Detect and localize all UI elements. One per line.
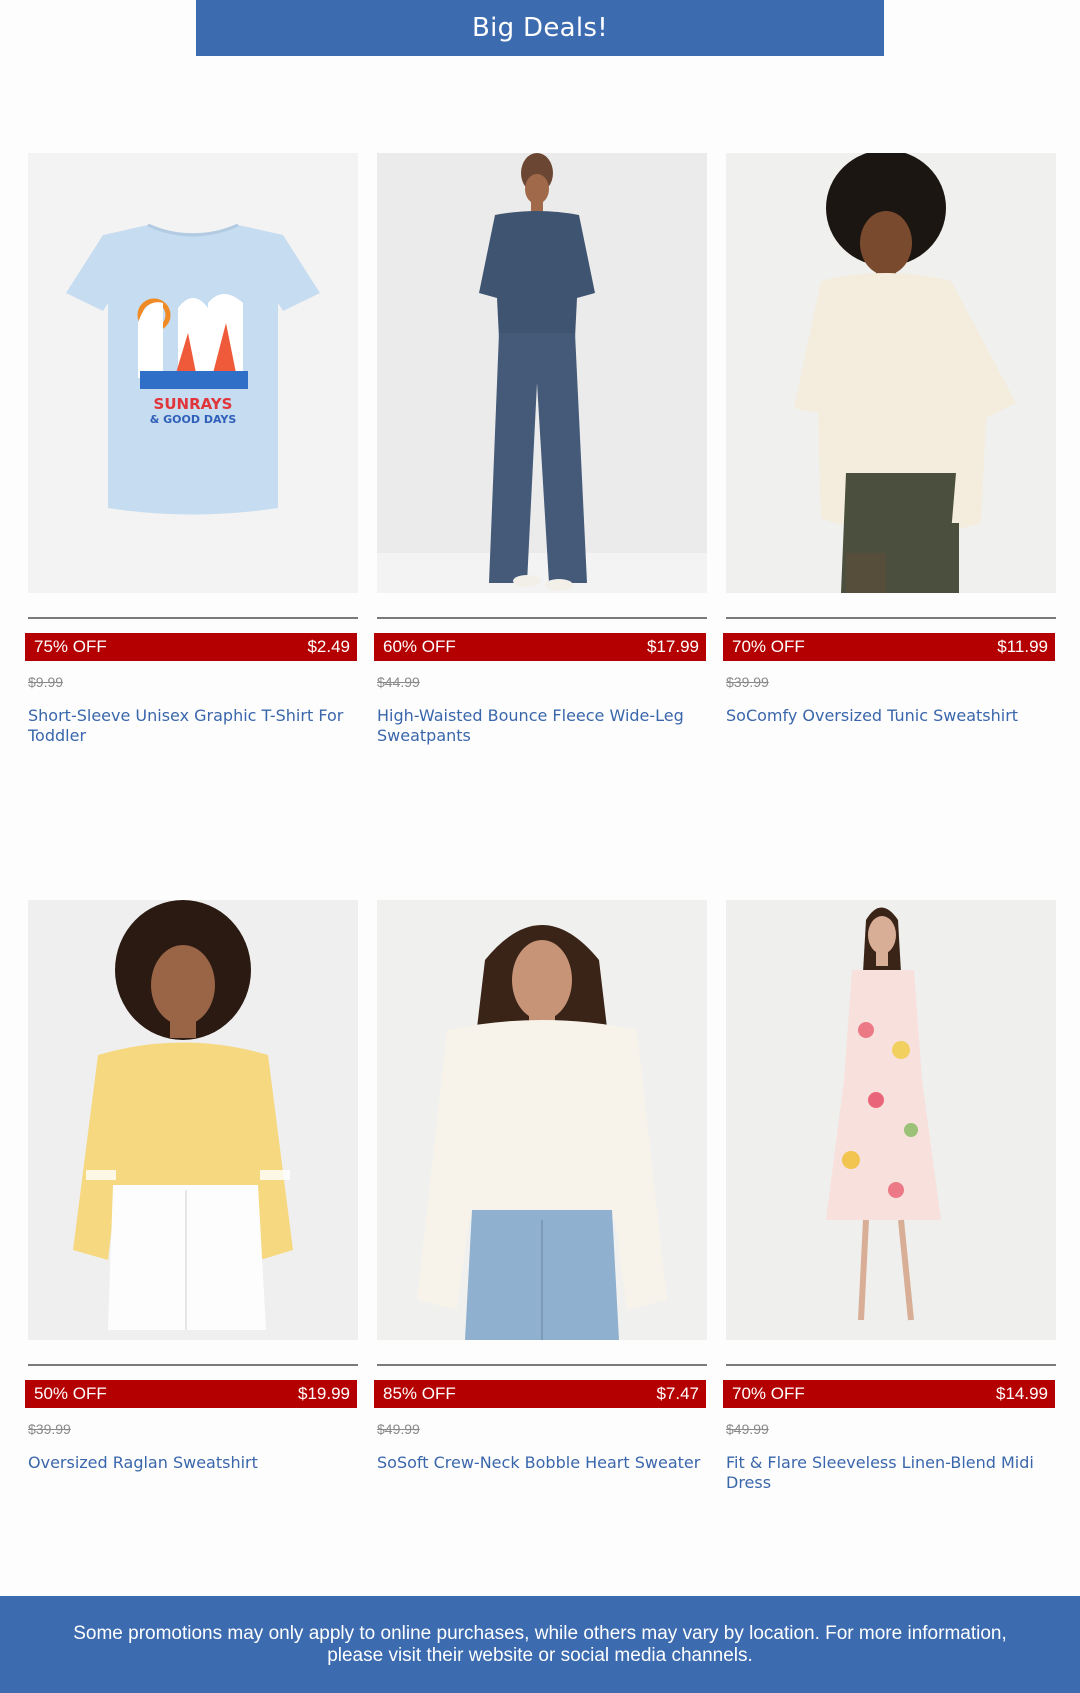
discount-label: 50% OFF <box>34 1384 107 1403</box>
product-image[interactable] <box>377 900 707 1340</box>
product-image[interactable]: SUNRAYS & GOOD DAYS <box>28 153 358 593</box>
product-name-link[interactable]: High-Waisted Bounce Fleece Wide-Leg Swea… <box>377 706 707 746</box>
original-price: $9.99 <box>28 674 64 690</box>
original-price: $39.99 <box>726 674 769 690</box>
discount-label: 70% OFF <box>732 1384 805 1403</box>
footer-disclaimer: Some promotions may only apply to online… <box>73 1622 1007 1666</box>
divider <box>377 1364 707 1366</box>
product-name-link[interactable]: SoSoft Crew-Neck Bobble Heart Sweater <box>377 1453 707 1473</box>
sale-price: $11.99 <box>997 637 1048 656</box>
product-name-link[interactable]: Short-Sleeve Unisex Graphic T-Shirt For … <box>28 706 358 746</box>
divider <box>28 617 358 619</box>
divider <box>377 617 707 619</box>
price-bar: 75% OFF $2.49 <box>25 633 357 661</box>
original-price: $49.99 <box>377 1421 420 1437</box>
shirt-graphic-subtext: & GOOD DAYS <box>150 413 237 426</box>
product-image[interactable] <box>28 900 358 1340</box>
product-name-link[interactable]: SoComfy Oversized Tunic Sweatshirt <box>726 706 1056 726</box>
footer-disclaimer-bar: Some promotions may only apply to online… <box>0 1596 1080 1693</box>
product-name-link[interactable]: Fit & Flare Sleeveless Linen-Blend Midi … <box>726 1453 1056 1493</box>
divider <box>726 1364 1056 1366</box>
price-bar: 70% OFF $11.99 <box>723 633 1055 661</box>
divider <box>726 617 1056 619</box>
sale-price: $7.47 <box>656 1384 699 1403</box>
price-bar: 85% OFF $7.47 <box>374 1380 706 1408</box>
sale-price: $14.99 <box>996 1384 1048 1403</box>
product-image[interactable] <box>726 900 1056 1340</box>
discount-label: 70% OFF <box>732 637 805 656</box>
product-name-link[interactable]: Oversized Raglan Sweatshirt <box>28 1453 358 1473</box>
discount-label: 75% OFF <box>34 637 107 656</box>
original-price: $44.99 <box>377 674 420 690</box>
product-image[interactable] <box>726 153 1056 593</box>
price-bar: 60% OFF $17.99 <box>374 633 706 661</box>
product-image[interactable] <box>377 153 707 593</box>
sale-price: $19.99 <box>298 1384 350 1403</box>
price-bar: 50% OFF $19.99 <box>25 1380 357 1408</box>
sale-price: $2.49 <box>307 637 350 656</box>
discount-label: 85% OFF <box>383 1384 456 1403</box>
divider <box>28 1364 358 1366</box>
page-title-banner: Big Deals! <box>196 0 884 56</box>
original-price: $49.99 <box>726 1421 769 1437</box>
price-bar: 70% OFF $14.99 <box>723 1380 1055 1408</box>
sale-price: $17.99 <box>647 637 699 656</box>
original-price: $39.99 <box>28 1421 71 1437</box>
shirt-graphic-text: SUNRAYS <box>154 395 233 413</box>
page-title: Big Deals! <box>472 13 608 43</box>
discount-label: 60% OFF <box>383 637 456 656</box>
